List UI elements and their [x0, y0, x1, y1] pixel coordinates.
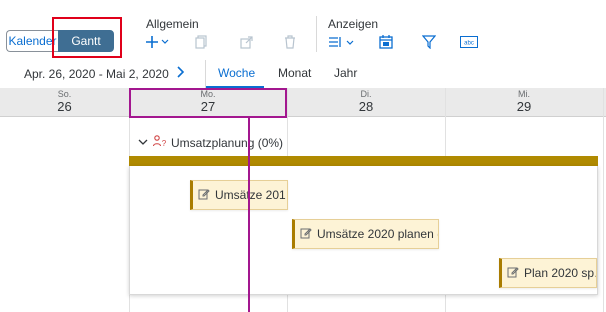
svg-text:?: ? [162, 139, 167, 147]
current-time-line [248, 117, 250, 312]
day-number: 29 [516, 99, 532, 114]
edit-note-icon [198, 188, 210, 203]
group-row[interactable]: ? Umsatzplanung (0%) [137, 135, 283, 150]
copy-icon[interactable] [195, 33, 209, 51]
task-label: Umsätze 201… [215, 188, 287, 202]
day-column-header: Mi. 29 [445, 90, 603, 115]
display-group-label: Anzeigen [328, 17, 379, 31]
calendar-view-button[interactable]: Kalender [6, 30, 58, 52]
task-label: Plan 2020 sp… [524, 266, 596, 280]
summary-bar[interactable] [129, 156, 598, 166]
tab-month[interactable]: Monat [278, 66, 311, 80]
task-bar[interactable]: Umsätze 201… [190, 180, 288, 210]
toolbar-divider [316, 16, 317, 52]
date-range-label: Apr. 26, 2020 - Mai 2, 2020 [24, 67, 169, 81]
grid-line [603, 88, 604, 312]
tab-year[interactable]: Jahr [334, 66, 357, 80]
day-column-header: So. 26 [0, 90, 129, 115]
nav-divider [205, 60, 206, 88]
task-bar[interactable]: Plan 2020 sp… [499, 258, 597, 288]
highlight-box [52, 17, 122, 58]
tab-week[interactable]: Woche [218, 66, 255, 80]
group-label: Umsatzplanung (0%) [171, 135, 284, 150]
day-name: Di. [360, 89, 372, 99]
svg-text:abc: abc [464, 41, 474, 47]
share-icon[interactable] [240, 33, 254, 51]
day-number: 26 [57, 99, 72, 114]
day-name: Mi. [518, 89, 530, 99]
chevron-down-icon[interactable] [137, 136, 149, 150]
filter-icon[interactable] [422, 33, 436, 51]
task-label: Umsätze 2020 planen (… [317, 227, 438, 241]
day-column-header: Di. 28 [287, 90, 445, 115]
selected-day-highlight [129, 88, 287, 118]
day-name: So. [57, 89, 72, 99]
edit-note-icon [507, 266, 519, 281]
plus-icon[interactable] [146, 33, 172, 51]
text-icon[interactable]: abc [460, 33, 478, 51]
trash-icon[interactable] [284, 33, 296, 51]
layout-icon[interactable] [328, 33, 356, 51]
calendar-icon[interactable] [379, 33, 393, 51]
person-question-icon: ? [152, 135, 167, 150]
task-bar[interactable]: Umsätze 2020 planen (… [292, 219, 439, 249]
chevron-right-icon[interactable] [176, 65, 186, 82]
general-group-label: Allgemein [146, 17, 199, 31]
edit-note-icon [300, 227, 312, 242]
day-number: 28 [358, 99, 374, 114]
